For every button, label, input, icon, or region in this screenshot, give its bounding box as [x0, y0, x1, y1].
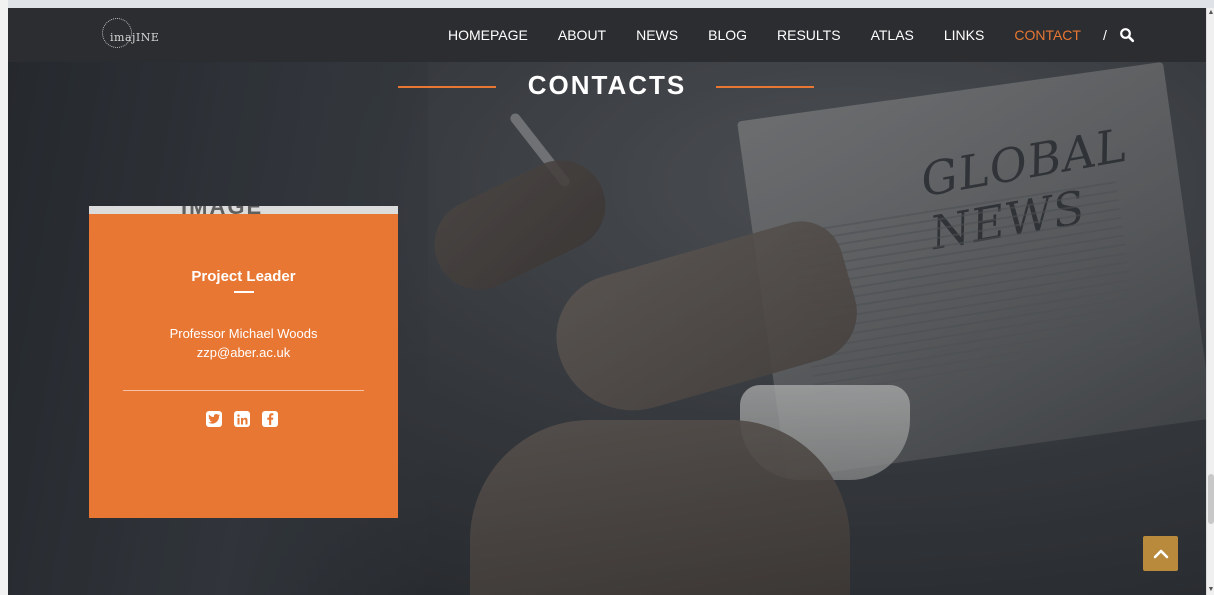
contact-role: Project Leader — [191, 268, 296, 285]
back-to-top-button[interactable] — [1143, 536, 1178, 571]
nav-separator: / — [1102, 27, 1107, 43]
contact-name: Professor Michael Woods — [169, 326, 318, 341]
page-scrollbar[interactable]: ▲ ▼ — [1206, 8, 1214, 595]
nav-item-homepage[interactable]: HOMEPAGE — [448, 27, 528, 43]
card-photo: IMAGE — [89, 206, 398, 214]
nav-item-contact[interactable]: CONTACT — [1014, 27, 1081, 43]
card-photo-text: IMAGE — [181, 206, 263, 214]
scrollbar-thumb[interactable] — [1208, 474, 1214, 524]
heading-rule-right — [716, 86, 814, 88]
navbar: imajINE HOMEPAGE ABOUT NEWS BLOG RESULTS… — [8, 8, 1206, 62]
nav-item-results[interactable]: RESULTS — [777, 27, 841, 43]
twitter-icon[interactable] — [206, 411, 222, 427]
nav-item-about[interactable]: ABOUT — [558, 27, 606, 43]
nav-item-links[interactable]: LINKS — [944, 27, 984, 43]
facebook-icon[interactable] — [262, 411, 278, 427]
scroll-up-arrow-icon[interactable]: ▲ — [1207, 8, 1214, 18]
chevron-up-icon — [1153, 549, 1168, 558]
linkedin-icon[interactable] — [234, 411, 250, 427]
scroll-down-arrow-icon[interactable]: ▼ — [1207, 585, 1214, 595]
heading-rule-left — [398, 86, 496, 88]
page: GLOBAL NEWS imajINE HOMEPAGE ABOUT NEWS … — [0, 0, 1214, 595]
card-divider — [123, 390, 364, 391]
contact-email[interactable]: zzp@aber.ac.uk — [89, 345, 398, 360]
social-links — [206, 411, 278, 427]
section-title: CONTACTS — [527, 70, 687, 100]
role-underline — [234, 291, 254, 293]
logo-text: imajINE — [110, 30, 160, 44]
contact-card: IMAGE Project Leader Professor Michael W… — [89, 206, 398, 518]
nav-item-blog[interactable]: BLOG — [708, 27, 747, 43]
search-icon[interactable] — [1119, 27, 1135, 43]
section-heading: CONTACTS — [0, 70, 1214, 101]
main-nav: HOMEPAGE ABOUT NEWS BLOG RESULTS ATLAS L… — [448, 27, 1135, 43]
nav-item-atlas[interactable]: ATLAS — [871, 27, 914, 43]
nav-item-news[interactable]: NEWS — [636, 27, 678, 43]
window-top-border — [0, 0, 1214, 8]
site-logo[interactable]: imajINE — [102, 18, 160, 50]
